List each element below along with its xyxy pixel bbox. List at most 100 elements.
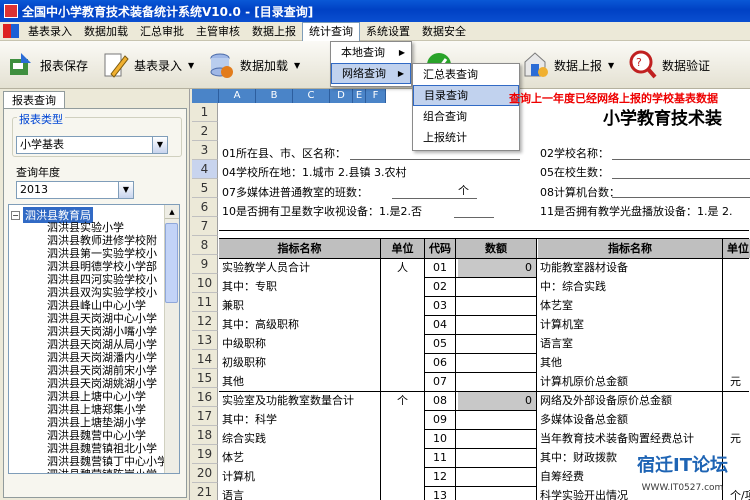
menu-review[interactable]: 主管审核 — [190, 22, 246, 41]
row-header[interactable]: 10 — [192, 274, 218, 293]
value-cell[interactable]: 0 — [458, 258, 536, 277]
menu-upload-stats[interactable]: 上报统计 — [413, 127, 519, 148]
menu-stats-query[interactable]: 统计查询 — [302, 21, 360, 41]
value-cell[interactable]: 0 — [458, 391, 536, 410]
row-header[interactable]: 6 — [192, 198, 218, 217]
row-header[interactable]: 11 — [192, 293, 218, 312]
menu-local-query[interactable]: 本地查询 ▶ — [331, 42, 411, 63]
menu-load[interactable]: 数据加载 — [78, 22, 134, 41]
year-select[interactable]: 2013 ▼ — [16, 181, 134, 199]
window-title: 全国中小学教育技术装备统计系统V10.0 - [目录查询] — [22, 4, 314, 19]
tree-item-school[interactable]: 泗洪县双沟实验学校小 — [47, 286, 157, 299]
tree-item-school[interactable]: 泗洪县上塘中心小学 — [47, 390, 146, 403]
row-header[interactable]: 1 — [192, 103, 218, 122]
row-header[interactable]: 19 — [192, 445, 218, 464]
menu-summary-query[interactable]: 汇总表查询 — [413, 64, 519, 85]
column-header[interactable]: E — [353, 89, 366, 103]
column-header[interactable]: B — [256, 89, 293, 103]
value-cell[interactable] — [458, 296, 536, 315]
row-header[interactable]: 21 — [192, 483, 218, 500]
menu-upload[interactable]: 数据上报 — [246, 22, 302, 41]
tree-item-school[interactable]: 泗洪县明德学校小学部 — [47, 260, 157, 273]
tree-item-school[interactable]: 泗洪县上塘垫湖小学 — [47, 416, 146, 429]
indicator-name: 初级职称 — [222, 356, 266, 369]
tree-item-school[interactable]: 泗洪县峰山中心小学 — [47, 299, 146, 312]
row-header[interactable]: 9 — [192, 255, 218, 274]
tree-item-school[interactable]: 泗洪县天岗湖小嘴小学 — [47, 325, 157, 338]
value-cell[interactable] — [458, 486, 536, 500]
grid-line — [425, 334, 536, 335]
value-cell[interactable] — [458, 315, 536, 334]
system-menu-icon[interactable] — [3, 24, 19, 38]
tree-item-school[interactable]: 泗洪县天岗湖潘内小学 — [47, 351, 157, 364]
tree-item-school[interactable]: 泗洪县魏营镇丁中心小学 — [47, 455, 168, 468]
menu-entry[interactable]: 基表录入 — [22, 22, 78, 41]
code-cell: 10 — [433, 432, 447, 445]
column-header[interactable]: D — [330, 89, 353, 103]
tree-item-school[interactable]: 泗洪县第一实验学校小 — [47, 247, 157, 260]
value-cell[interactable] — [458, 277, 536, 296]
column-header[interactable]: F — [366, 89, 386, 103]
row-header[interactable]: 7 — [192, 217, 218, 236]
tree-item-school[interactable]: 泗洪县天岗湖从局小学 — [47, 338, 157, 351]
tree-item-school[interactable]: 泗洪县魏营镇陈岗小学 — [47, 468, 157, 473]
save-button[interactable]: 报表保存 — [6, 47, 88, 83]
scroll-up-icon[interactable]: ▲ — [165, 205, 179, 219]
grid-line — [425, 296, 536, 297]
tree-item-school[interactable]: 泗洪县魏营镇祖北小学 — [47, 442, 157, 455]
menu-security[interactable]: 数据安全 — [416, 22, 472, 41]
indicator-name: 其中：高级职称 — [222, 318, 299, 331]
tree-item-school[interactable]: 泗洪县实验小学 — [47, 221, 124, 234]
column-header[interactable]: A — [219, 89, 256, 103]
svg-text:?: ? — [636, 56, 642, 69]
value-cell[interactable] — [458, 334, 536, 353]
col-unit2-header: 单位 — [723, 239, 750, 258]
report-type-select[interactable]: 小学基表 ▼ — [16, 136, 168, 154]
menu-combined-query[interactable]: 组合查询 — [413, 106, 519, 127]
tab-report-query[interactable]: 报表查询 — [3, 91, 65, 109]
tree-item-school[interactable]: 泗洪县天岗湖中心小学 — [47, 312, 157, 325]
menu-summary[interactable]: 汇总审批 — [134, 22, 190, 41]
sheet-corner — [192, 89, 219, 103]
value-cell[interactable] — [458, 372, 536, 391]
column-header[interactable]: C — [293, 89, 330, 103]
row-header[interactable]: 16 — [192, 388, 218, 407]
menu-network-query[interactable]: 网络查询 ▶ — [331, 63, 411, 84]
row-header[interactable]: 8 — [192, 236, 218, 255]
indicator-name-right: 网络及外部设备原价总金额 — [540, 394, 672, 407]
row-header[interactable]: 15 — [192, 369, 218, 388]
value-cell[interactable] — [458, 467, 536, 486]
upload-button[interactable]: 数据上报 ▼ — [520, 47, 614, 83]
value-cell[interactable] — [458, 429, 536, 448]
row-header[interactable]: 20 — [192, 464, 218, 483]
row-header[interactable]: 17 — [192, 407, 218, 426]
tree-item-school[interactable]: 泗洪县天岗湖前宋小学 — [47, 364, 157, 377]
row-header[interactable]: 3 — [192, 141, 218, 160]
scroll-thumb[interactable] — [165, 223, 178, 303]
load-button[interactable]: 数据加载 ▼ — [206, 47, 300, 83]
tree-item-school[interactable]: 泗洪县四河实验学校小 — [47, 273, 157, 286]
menu-catalog-query[interactable]: 目录查询 — [413, 85, 519, 106]
tree-item-school[interactable]: 泗洪县天岗湖姚湖小学 — [47, 377, 157, 390]
row-header[interactable]: 5 — [192, 179, 218, 198]
tree-item-school[interactable]: 泗洪县教师进修学校附 — [47, 234, 157, 247]
row-header[interactable]: 14 — [192, 350, 218, 369]
tree-scrollbar[interactable]: ▲ — [164, 205, 179, 473]
collapse-icon[interactable]: − — [11, 210, 20, 220]
value-cell[interactable] — [458, 353, 536, 372]
row-header[interactable]: 4 — [192, 160, 218, 179]
menu-settings[interactable]: 系统设置 — [360, 22, 416, 41]
row-header[interactable]: 2 — [192, 122, 218, 141]
tree-item-school[interactable]: 泗洪县上塘郑集小学 — [47, 403, 146, 416]
value-cell[interactable] — [458, 410, 536, 429]
verify-button[interactable]: ? 数据验证 — [628, 47, 710, 83]
row-header[interactable]: 18 — [192, 426, 218, 445]
row-header[interactable]: 13 — [192, 331, 218, 350]
school-tree[interactable]: − 泗洪县教育局 泗洪县实验小学 泗洪县教师进修学校附 泗洪县第一实验学校小 泗洪县明… — [8, 204, 180, 474]
entry-button[interactable]: 基表录入 ▼ — [100, 47, 194, 83]
value-cell[interactable] — [458, 448, 536, 467]
chevron-down-icon: ▼ — [118, 182, 133, 198]
unit-cell-right — [730, 353, 750, 372]
tree-item-school[interactable]: 泗洪县魏营中心小学 — [47, 429, 146, 442]
row-header[interactable]: 12 — [192, 312, 218, 331]
